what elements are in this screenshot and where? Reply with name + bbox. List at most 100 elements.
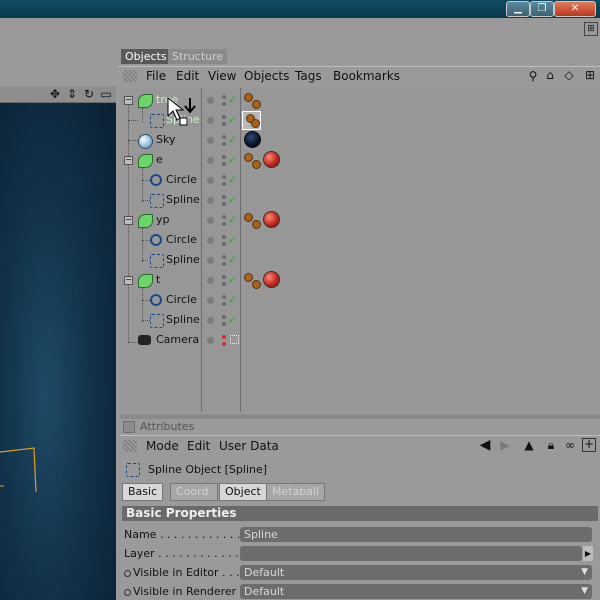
object-name: e	[156, 153, 163, 166]
object-row-spline[interactable]: Spline ✓	[120, 250, 600, 270]
circle-icon	[150, 174, 162, 186]
enabled-check-icon: ✓	[228, 213, 238, 226]
object-name: Spline	[166, 313, 200, 326]
expand-icon[interactable]: ⊞	[583, 68, 597, 82]
object-name: Circle	[166, 233, 197, 246]
back-arrow-icon[interactable]: ◀	[478, 438, 492, 452]
name-label: Name . . . . . . . . . . . .	[124, 528, 241, 541]
visible-in-editor-label: Visible in Editor . . .	[133, 566, 240, 579]
forward-arrow-icon[interactable]: ▶	[498, 438, 512, 452]
restore-button[interactable]: ❐	[530, 1, 554, 17]
search-icon[interactable]: ⚲	[526, 69, 540, 83]
layer-menu-arrow-icon[interactable]: ▶	[583, 546, 593, 561]
panel-checkbox-icon[interactable]	[123, 421, 135, 433]
enabled-check-icon: ✓	[228, 133, 238, 146]
spline-icon	[150, 194, 164, 208]
menu-edit[interactable]: Edit	[176, 69, 199, 83]
tab-objects[interactable]: Objects	[121, 49, 171, 64]
spline-icon	[150, 114, 164, 128]
tab-metaball[interactable]: Metaball	[266, 483, 326, 501]
object-row-e[interactable]: − e ✓	[120, 150, 600, 170]
move-view-icon[interactable]: ✥	[48, 87, 62, 101]
object-row-circle[interactable]: Circle ✓	[120, 170, 600, 190]
options-icon[interactable]: ∞	[563, 438, 577, 452]
camera-tag-icon	[230, 335, 239, 344]
tab-basic[interactable]: Basic	[122, 483, 164, 501]
menu-edit[interactable]: Edit	[187, 439, 210, 453]
section-header: Basic Properties	[122, 506, 598, 521]
null-object-icon	[138, 154, 153, 168]
visible-in-renderer-value: Default	[244, 585, 285, 598]
expand-icon[interactable]: +	[582, 438, 596, 452]
tab-structure[interactable]: Structure	[168, 49, 228, 64]
zoom-view-icon[interactable]: ⇕	[65, 87, 79, 101]
object-row-t[interactable]: − t ✓	[120, 270, 600, 290]
enabled-check-icon: ✓	[228, 193, 238, 206]
menu-view[interactable]: View	[208, 69, 236, 83]
enabled-check-icon: ✓	[228, 253, 238, 266]
toolbar-area	[0, 18, 600, 48]
tab-coord[interactable]: Coord.	[170, 483, 218, 501]
circle-icon	[150, 294, 162, 306]
menu-tags[interactable]: Tags	[295, 69, 322, 83]
object-name: Spline	[166, 193, 200, 206]
object-row-circle[interactable]: Circle ✓	[120, 290, 600, 310]
object-name: Spline	[166, 253, 200, 266]
animation-dot-icon[interactable]	[124, 589, 131, 596]
panel-layout-icon[interactable]: ⊞	[584, 22, 598, 36]
grip-icon[interactable]	[123, 440, 137, 452]
object-name: Sky	[156, 133, 176, 146]
camera-icon	[138, 335, 151, 345]
animation-dot-icon[interactable]	[124, 570, 131, 577]
tab-object[interactable]: Object	[219, 483, 267, 501]
enabled-check-icon: ✓	[228, 293, 238, 306]
menu-objects[interactable]: Objects	[244, 69, 289, 83]
chevron-down-icon: ▼	[581, 586, 588, 596]
material-tag-icon	[263, 271, 280, 288]
null-object-icon	[138, 214, 153, 228]
object-name: Camera	[156, 333, 200, 346]
grip-icon[interactable]	[123, 70, 137, 82]
enabled-check-icon: ✓	[228, 153, 238, 166]
material-tag-icon	[263, 211, 280, 228]
object-row-camera[interactable]: Camera	[120, 330, 600, 350]
material-tag-icon	[244, 131, 261, 148]
visible-in-editor-select[interactable]: Default ▼	[240, 565, 592, 580]
object-name: Circle	[166, 293, 197, 306]
object-row-circle[interactable]: Circle ✓	[120, 230, 600, 250]
home-icon[interactable]: ⌂	[543, 68, 557, 82]
layer-label: Layer . . . . . . . . . . . .	[124, 547, 239, 560]
eye-icon[interactable]: ◇	[562, 68, 576, 82]
object-row-spline[interactable]: Spline ✓	[120, 190, 600, 210]
visible-in-editor-value: Default	[244, 566, 285, 579]
menu-mode[interactable]: Mode	[146, 439, 179, 453]
null-object-icon	[138, 94, 153, 108]
enabled-check-icon: ✓	[228, 173, 238, 186]
chevron-down-icon: ▼	[581, 567, 588, 577]
circle-icon	[150, 234, 162, 246]
enabled-check-icon: ✓	[228, 233, 238, 246]
object-row-sky[interactable]: Sky ✓	[120, 130, 600, 150]
rotate-view-icon[interactable]: ↻	[82, 87, 96, 101]
material-tag-icon	[263, 151, 280, 168]
up-arrow-icon[interactable]: ▲	[522, 438, 536, 452]
maximize-view-icon[interactable]: ▭	[99, 87, 113, 101]
layer-field[interactable]	[240, 546, 582, 561]
name-field[interactable]: Spline	[240, 527, 592, 542]
visible-in-renderer-select[interactable]: Default ▼	[240, 584, 592, 599]
menu-file[interactable]: File	[146, 69, 166, 83]
object-row-yp[interactable]: − yp ✓	[120, 210, 600, 230]
attributes-title: Attributes	[140, 420, 195, 433]
viewport[interactable]	[0, 86, 116, 600]
minimize-button[interactable]: ▁	[506, 1, 530, 17]
object-title: Spline Object [Spline]	[148, 463, 268, 476]
object-row-spline[interactable]: Spline ✓	[120, 310, 600, 330]
visible-in-renderer-label: Visible in Renderer . .	[133, 585, 251, 598]
menu-bookmarks[interactable]: Bookmarks	[333, 69, 400, 83]
menu-user-data[interactable]: User Data	[219, 439, 279, 453]
close-button[interactable]: ✕	[554, 1, 596, 17]
sky-icon	[138, 134, 153, 149]
enabled-check-icon: ✓	[228, 313, 238, 326]
drag-cursor-icon	[167, 96, 196, 126]
lock-icon[interactable]: 🔒︎	[544, 438, 558, 452]
